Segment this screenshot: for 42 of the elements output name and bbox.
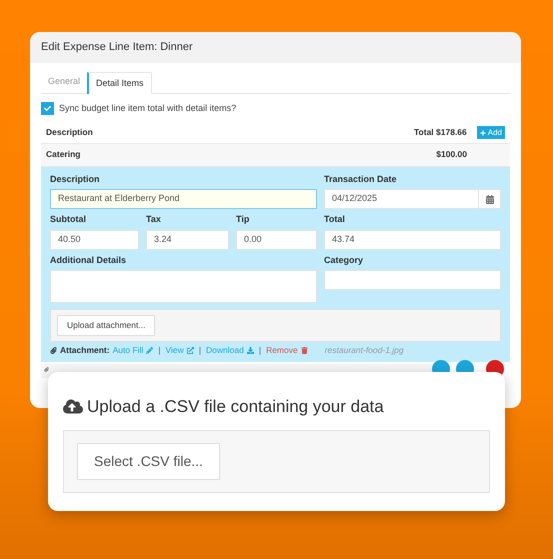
trash-icon (300, 346, 308, 354)
link-separator: | (198, 344, 202, 357)
pencil-icon (146, 346, 154, 354)
field-label: Description (50, 172, 101, 186)
select-file-button[interactable]: Select .CSV file... (77, 442, 220, 480)
field-label: Tip (236, 213, 250, 226)
table-cell-text: Catering (46, 148, 82, 161)
link-separator: | (158, 344, 161, 357)
attachment-label: Attachment: (60, 344, 110, 357)
date-field[interactable]: 04/12/2025 (324, 189, 501, 209)
download-icon (246, 346, 254, 354)
input-field[interactable]: 40.50 (50, 230, 139, 250)
input-field[interactable] (324, 270, 501, 290)
field-label: Transaction Date (324, 172, 398, 186)
table-row[interactable]: Catering $100.00 (41, 144, 510, 166)
input-field[interactable]: 0.00 (236, 230, 317, 250)
tab[interactable]: Detail Items (87, 72, 152, 94)
file-name: restaurant-food-1.jpg (324, 344, 404, 357)
field-label: Category (324, 254, 364, 267)
upload-title: Upload a .CSV file containing your data (87, 396, 384, 418)
input-field[interactable]: 3.24 (146, 230, 229, 250)
upload-attachment-button[interactable]: Upload attachment... (57, 315, 156, 336)
link-separator: | (258, 344, 262, 357)
cloud-upload-icon (63, 398, 83, 416)
field-label: Total (324, 213, 346, 226)
field-label: Tax (146, 213, 162, 226)
checkbox-label: Sync budget line item total with detail items? (59, 102, 236, 115)
check-icon (44, 105, 51, 112)
table-cell: $100.00 (436, 148, 467, 161)
plus-icon (480, 130, 486, 136)
dialog-title: Edit Expense Line Item: Dinner (41, 40, 193, 56)
paperclip-icon (50, 346, 57, 354)
checkbox[interactable] (41, 102, 54, 116)
input-field[interactable]: 43.74 (324, 230, 501, 250)
external-link-icon (186, 346, 194, 354)
column-heading: Description (46, 126, 94, 139)
input-field[interactable]: Restaurant at Elderberry Pond (50, 189, 317, 209)
field-label: Additional Details (50, 254, 128, 266)
paperclip-icon (44, 366, 49, 372)
field-label: Subtotal (50, 213, 87, 226)
total-text: Total $178.66 (414, 126, 467, 139)
calendar-icon[interactable] (486, 194, 494, 204)
